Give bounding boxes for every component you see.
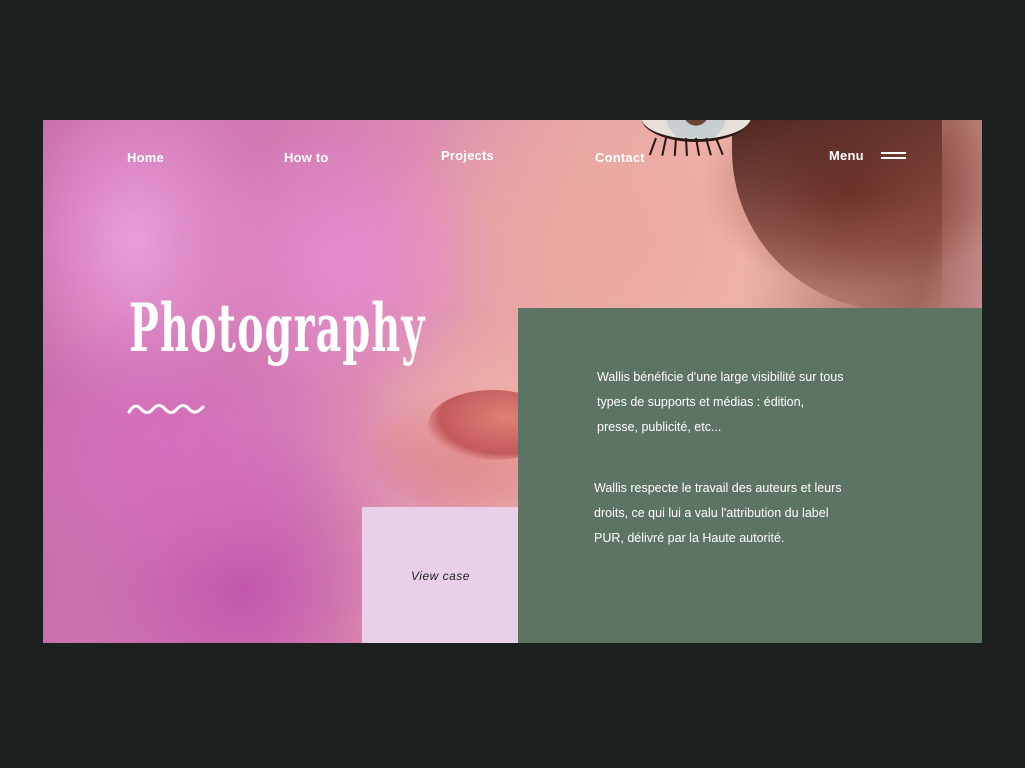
hero-section: Home How to Projects Contact Menu Photog… bbox=[43, 120, 982, 643]
eyelash-decoration bbox=[715, 137, 724, 156]
view-case-button[interactable]: View case bbox=[362, 507, 519, 643]
view-case-label: View case bbox=[411, 568, 470, 583]
eyelash-decoration bbox=[661, 137, 667, 156]
nav-link-projects[interactable]: Projects bbox=[441, 148, 494, 163]
page-title: Photography bbox=[129, 289, 426, 367]
eyelash-decoration bbox=[648, 137, 657, 156]
nav-link-contact[interactable]: Contact bbox=[595, 150, 645, 165]
wave-icon bbox=[127, 404, 205, 414]
nav-link-home[interactable]: Home bbox=[127, 150, 164, 165]
hamburger-icon[interactable] bbox=[881, 152, 906, 160]
info-paragraph-1: Wallis bénéficie d'une large visibilité … bbox=[597, 370, 844, 434]
info-panel: Wallis bénéficie d'une large visibilité … bbox=[518, 308, 982, 643]
menu-button[interactable]: Menu bbox=[829, 148, 864, 163]
eyelash-decoration bbox=[673, 137, 677, 157]
info-paragraph-2: Wallis respecte le travail des auteurs e… bbox=[594, 481, 842, 545]
nav-link-how-to[interactable]: How to bbox=[284, 150, 329, 165]
